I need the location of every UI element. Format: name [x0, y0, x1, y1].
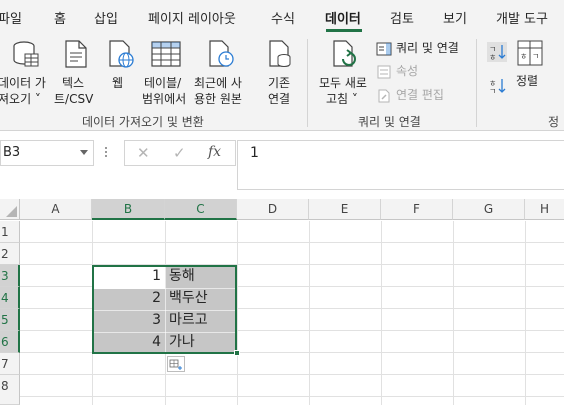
- properties-button[interactable]: 속성: [376, 62, 418, 80]
- cell-c6[interactable]: 가나: [165, 331, 237, 353]
- row-header-8[interactable]: 8: [0, 375, 20, 405]
- tab-formulas[interactable]: 수식: [271, 8, 295, 27]
- column-header-b[interactable]: B: [92, 199, 165, 220]
- group-separator: [476, 39, 477, 127]
- tab-insert[interactable]: 삽입: [94, 8, 118, 27]
- from-text-csv-button[interactable]: 텍스 트/CSV: [54, 37, 98, 107]
- column-header-f[interactable]: F: [381, 199, 453, 220]
- cell-c5[interactable]: 마르고: [165, 309, 237, 331]
- group-separator: [307, 39, 308, 127]
- cancel-icon[interactable]: ✕: [137, 144, 150, 162]
- tab-data[interactable]: 데이터: [325, 8, 361, 27]
- get-data-button[interactable]: 데이터 가 져오기 ˅: [0, 37, 52, 107]
- database-icon: [13, 41, 39, 67]
- web-page-icon: [109, 40, 134, 68]
- row-header-1[interactable]: 1: [0, 221, 20, 243]
- tab-home[interactable]: 홈: [54, 8, 66, 27]
- column-header-g[interactable]: G: [453, 199, 525, 220]
- resize-handle-icon[interactable]: [104, 145, 108, 159]
- text-file-icon: [65, 40, 87, 68]
- formula-buttons: ✕ ✓ fx: [124, 140, 236, 166]
- cell-b5[interactable]: 3: [92, 309, 165, 331]
- quick-analysis-button[interactable]: [167, 356, 185, 372]
- tab-developer[interactable]: 개발 도구: [496, 8, 548, 27]
- row-header-4[interactable]: 4: [0, 287, 20, 309]
- edit-links-icon: [378, 89, 390, 102]
- gridline: [20, 374, 564, 375]
- column-header-h[interactable]: H: [525, 199, 564, 220]
- clock-file-icon: [209, 40, 234, 67]
- queries-connections-button[interactable]: 쿼리 및 연결: [376, 39, 459, 57]
- svg-text:ㅎ: ㅎ: [489, 53, 496, 62]
- tab-review[interactable]: 검토: [390, 8, 414, 27]
- cell-b4[interactable]: 2: [92, 287, 165, 309]
- from-table-range-button[interactable]: 테이블/ 범위에서: [142, 37, 192, 107]
- column-header-c[interactable]: C: [165, 199, 237, 220]
- sort-za-button[interactable]: ㅎ ㄱ: [484, 75, 508, 97]
- row-header-7[interactable]: 7: [0, 353, 20, 375]
- insert-function-icon[interactable]: fx: [208, 144, 221, 160]
- row-header-5[interactable]: 5: [0, 309, 20, 331]
- from-web-button[interactable]: 웹: [100, 37, 140, 107]
- group-label-queries: 쿼리 및 연결: [358, 115, 421, 129]
- row-header-6[interactable]: 6: [0, 331, 20, 353]
- cell-b6[interactable]: 4: [92, 331, 165, 353]
- formula-bar-area: B3 ✕ ✓ fx 1: [0, 131, 564, 191]
- gridline: [20, 396, 564, 397]
- svg-text:ㄱ: ㄱ: [489, 87, 496, 96]
- group-label-get-transform: 데이터 가져오기 및 변환: [82, 115, 204, 129]
- cell-c3[interactable]: 동해: [165, 265, 237, 287]
- sort-button[interactable]: ㅎ ㄱ 정렬: [512, 37, 546, 95]
- gridline: [237, 221, 238, 405]
- row-header-3[interactable]: 3: [0, 265, 20, 287]
- gridline: [309, 221, 310, 405]
- gridline: [20, 242, 564, 243]
- sort-az-button[interactable]: ㄱ ㅎ: [484, 41, 508, 63]
- column-header-d[interactable]: D: [237, 199, 309, 220]
- connection-file-icon: [269, 40, 291, 67]
- properties-icon: [377, 65, 391, 78]
- tab-file[interactable]: 파일: [0, 8, 22, 27]
- column-header-e[interactable]: E: [309, 199, 381, 220]
- queries-pane-icon: [376, 42, 392, 55]
- existing-connections-button[interactable]: 기존 연결: [260, 37, 300, 107]
- refresh-all-button[interactable]: 모두 새로 고침 ˅: [314, 37, 374, 107]
- cell-b3[interactable]: 1: [92, 265, 165, 287]
- fill-handle[interactable]: [234, 350, 240, 356]
- chevron-down-icon[interactable]: [80, 150, 88, 155]
- tab-page-layout[interactable]: 페이지 레이아웃: [148, 8, 236, 27]
- sort-descending-icon: ㅎ ㄱ: [489, 79, 506, 96]
- cell-c4[interactable]: 백두산: [165, 287, 237, 309]
- column-header-a[interactable]: A: [20, 199, 92, 220]
- worksheet-grid: A B C D E F G H 1 2 3 4 5 6 7 8 1 동해 2 백…: [0, 191, 564, 405]
- table-icon: [151, 41, 181, 67]
- quick-analysis-icon: [169, 359, 182, 370]
- svg-text:ㅎ: ㅎ: [520, 52, 527, 61]
- enter-icon[interactable]: ✓: [173, 144, 186, 162]
- svg-text:ㄱ: ㄱ: [532, 52, 539, 61]
- refresh-icon: [333, 40, 356, 67]
- row-header-2[interactable]: 2: [0, 243, 20, 265]
- ribbon: 데이터 가 져오기 ˅ 텍스 트/CSV 웹 테이블/ 범위에서 최근에 사 용…: [0, 33, 564, 131]
- name-box[interactable]: B3: [0, 140, 94, 166]
- select-all-button[interactable]: [0, 199, 20, 220]
- sort-ascending-icon: ㄱ ㅎ: [487, 42, 507, 62]
- edit-links-button[interactable]: 연결 편집: [376, 86, 444, 104]
- tab-view[interactable]: 보기: [443, 8, 467, 27]
- active-tab-indicator: [326, 29, 362, 32]
- gridline: [453, 221, 454, 405]
- gridline: [381, 221, 382, 405]
- recent-sources-button[interactable]: 최근에 사 용한 원본: [194, 37, 250, 107]
- gridline: [525, 221, 526, 405]
- formula-input[interactable]: 1: [237, 140, 564, 190]
- sort-dialog-icon: ㅎ ㄱ: [517, 40, 543, 66]
- ribbon-tab-bar: 파일 홈 삽입 페이지 레이아웃 수식 데이터 검토 보기 개발 도구: [0, 0, 564, 33]
- group-label-sort-filter: 정: [548, 115, 560, 129]
